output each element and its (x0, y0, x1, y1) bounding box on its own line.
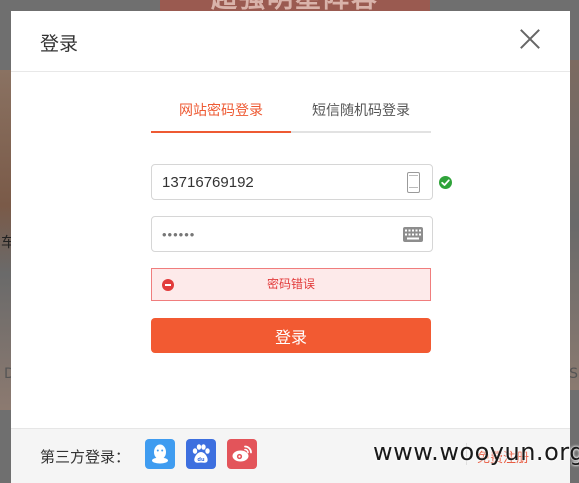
login-button[interactable]: 登录 (151, 318, 431, 353)
background-right-letter: S (569, 366, 578, 382)
check-icon (439, 176, 452, 189)
phone-input[interactable] (162, 165, 392, 199)
dialog-title: 登录 (40, 34, 79, 55)
phone-field (151, 164, 433, 200)
qq-icon[interactable] (145, 439, 175, 469)
error-text: 密码错误 (266, 277, 315, 291)
login-dialog: 登录 网站密码登录 短信随机码登录 密码错误 登录 第三方登录： (11, 11, 570, 483)
password-field (151, 216, 433, 252)
tab-password-login[interactable]: 网站密码登录 (151, 97, 291, 133)
login-tabs: 网站密码登录 短信随机码登录 (151, 97, 431, 133)
error-message: 密码错误 (151, 268, 431, 301)
tab-sms-login[interactable]: 短信随机码登录 (291, 97, 431, 131)
background-strip-right (570, 60, 579, 390)
phone-icon (407, 172, 420, 193)
keyboard-icon[interactable] (403, 227, 423, 242)
close-icon[interactable] (518, 27, 542, 51)
password-input[interactable] (162, 217, 392, 251)
svg-text:du: du (197, 457, 205, 463)
dialog-header: 登录 (11, 11, 570, 72)
baidu-icon[interactable]: du (186, 439, 216, 469)
weibo-icon[interactable] (227, 439, 257, 469)
watermark-text: www.wooyun.org (373, 438, 579, 466)
third-party-label: 第三方登录： (40, 448, 131, 466)
